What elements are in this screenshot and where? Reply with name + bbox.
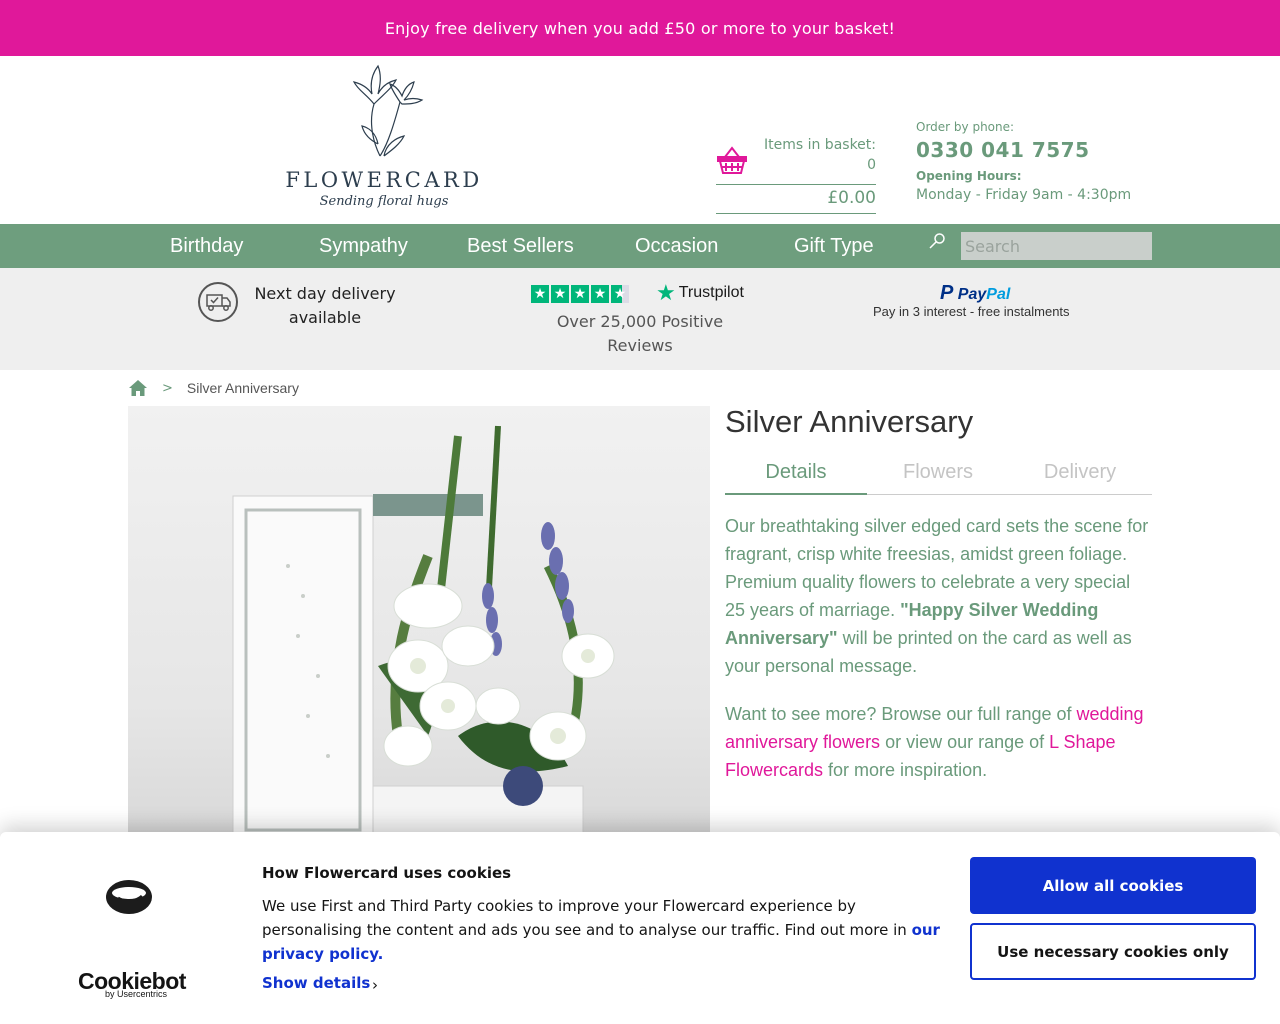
trustpilot-logo-icon: ★ [656, 280, 676, 305]
cookie-title: How Flowercard uses cookies [262, 864, 512, 882]
paypal-brand-pay: Pay [957, 286, 987, 303]
breadcrumb: > Silver Anniversary [128, 378, 299, 398]
browse-text: Want to see more? Browse our full range … [725, 704, 1077, 724]
nav-item-best-sellers[interactable]: Best Sellers [467, 224, 574, 268]
basket-divider [716, 184, 876, 185]
paypal-brand-pal: Pal [986, 286, 1011, 303]
show-details-button[interactable]: Show details [262, 974, 370, 992]
cookiebot-logo-icon [106, 880, 152, 914]
order-by-phone-label: Order by phone: [916, 120, 1015, 134]
search-icon[interactable] [928, 232, 946, 250]
trustpilot-star-icon: ★ [591, 285, 609, 303]
trustpilot-star-icon: ★ [551, 285, 569, 303]
nav-item-sympathy[interactable]: Sympathy [319, 224, 408, 268]
site-logo[interactable]: FLOWERCARD Sending floral hugs [284, 64, 484, 214]
product-image[interactable] [128, 406, 710, 832]
phone-number[interactable]: 0330 041 7575 [916, 138, 1131, 162]
cookie-text-body: We use First and Third Party cookies to … [262, 897, 912, 939]
browse-text-middle: or view our range of [880, 732, 1050, 752]
basket-item-count: 0 [867, 157, 876, 173]
breadcrumb-current: Silver Anniversary [186, 380, 299, 396]
tab-flowers[interactable]: Flowers [867, 452, 1009, 494]
promo-banner: Enjoy free delivery when you add £50 or … [0, 0, 1280, 56]
flower-logo-icon [352, 64, 424, 157]
cookiebot-brand-sub: by Usercentrics [105, 989, 168, 999]
basket-divider-bottom [716, 213, 876, 214]
trustpilot-brand: Trustpilot [678, 284, 744, 301]
delivery-truck-icon [198, 282, 238, 322]
product-description: Our breathtaking silver edged card sets … [725, 512, 1155, 804]
trustpilot-half-star-icon: ★ [611, 285, 629, 303]
logo-name: FLOWERCARD [285, 168, 483, 192]
nav-item-gift-type[interactable]: Gift Type [794, 224, 874, 268]
trust-bar: Next day delivery available ★ ★ ★ ★ ★ ★ … [0, 268, 1280, 370]
product-tabs: Details Flowers Delivery [725, 452, 1152, 495]
cookie-text: We use First and Third Party cookies to … [262, 894, 942, 966]
contact-info: Order by phone: 0330 041 7575 Opening Ho… [916, 120, 1131, 203]
trustpilot-reviews-text: Over 25,000 Positive Reviews [556, 312, 724, 355]
search-input[interactable] [961, 232, 1152, 260]
product-title: Silver Anniversary [725, 404, 974, 439]
tab-details[interactable]: Details [725, 452, 867, 495]
paypal-instalments-text: Pay in 3 interest - free instalments [873, 304, 1070, 319]
basket-items-label: Items in basket: [763, 137, 876, 153]
logo-tagline: Sending floral hugs [319, 194, 449, 209]
flowercard-arrangement-image [232, 425, 615, 832]
paypal-logo-icon: P [940, 282, 954, 304]
cookie-banner: Cookiebot by Usercentrics How Flowercard… [0, 832, 1280, 1024]
chevron-right-icon[interactable]: › [372, 976, 378, 994]
description-paragraph: Our breathtaking silver edged card sets … [725, 512, 1155, 680]
nav-item-occasion[interactable]: Occasion [635, 224, 718, 268]
tab-delivery[interactable]: Delivery [1009, 452, 1151, 494]
allow-all-cookies-button[interactable]: Allow all cookies [970, 857, 1256, 914]
trustpilot-logo[interactable]: ★ Trustpilot [656, 280, 744, 305]
next-day-delivery-text: Next day delivery available [254, 284, 396, 327]
trustpilot-star-icon: ★ [531, 285, 549, 303]
opening-hours: Monday - Friday 9am - 4:30pm [916, 187, 1132, 203]
site-header: FLOWERCARD Sending floral hugs Items in … [0, 56, 1280, 224]
opening-hours-label: Opening Hours: [916, 169, 1022, 183]
basket-summary[interactable]: Items in basket: 0 £0.00 [716, 134, 876, 214]
browse-text-end: for more inspiration. [823, 760, 988, 780]
basket-total: £0.00 [827, 188, 876, 208]
paypal-logo: P PayPal [940, 282, 1010, 305]
necessary-cookies-only-button[interactable]: Use necessary cookies only [970, 923, 1256, 980]
nav-item-birthday[interactable]: Birthday [170, 224, 243, 268]
trustpilot-star-icon: ★ [571, 285, 589, 303]
basket-icon[interactable] [716, 144, 748, 176]
browse-more-paragraph: Want to see more? Browse our full range … [725, 700, 1155, 784]
home-icon[interactable] [128, 379, 148, 397]
trustpilot-stars: ★ ★ ★ ★ ★ [531, 285, 629, 303]
chevron-right-icon: > [162, 380, 173, 396]
promo-text: Enjoy free delivery when you add £50 or … [384, 18, 896, 38]
